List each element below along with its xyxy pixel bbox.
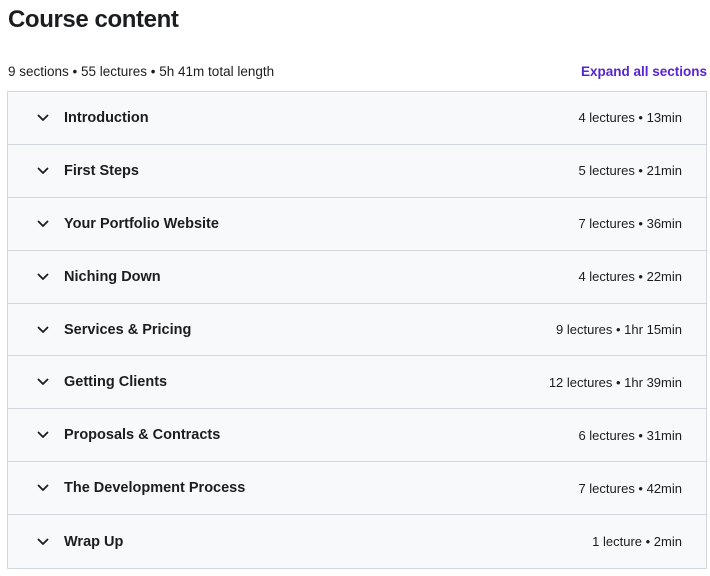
sections-list: Introduction 4 lectures • 13min First St… xyxy=(7,91,707,570)
section-item[interactable]: Services & Pricing 9 lectures • 1hr 15mi… xyxy=(8,303,706,357)
section-meta: 12 lectures • 1hr 39min xyxy=(548,374,682,390)
section-item[interactable]: First Steps 5 lectures • 21min xyxy=(8,144,706,198)
section-title: First Steps xyxy=(64,162,139,179)
section-item[interactable]: Getting Clients 12 lectures • 1hr 39min xyxy=(8,356,706,410)
section-title: Wrap Up xyxy=(64,533,124,550)
section-item[interactable]: Introduction 4 lectures • 13min xyxy=(8,92,706,145)
section-title: Proposals & Contracts xyxy=(64,427,221,444)
section-meta: 4 lectures • 13min xyxy=(578,110,682,126)
chevron-down-icon xyxy=(36,375,50,389)
chevron-down-icon xyxy=(36,481,50,495)
section-title: Niching Down xyxy=(64,268,161,285)
section-item[interactable]: Niching Down 4 lectures • 22min xyxy=(8,250,706,304)
section-title: Getting Clients xyxy=(64,374,168,391)
section-meta: 9 lectures • 1hr 15min xyxy=(556,322,682,337)
section-title: Your Portfolio Website xyxy=(64,215,219,232)
section-title: The Development Process xyxy=(64,480,246,497)
section-item[interactable]: Your Portfolio Website 7 lectures • 36mi… xyxy=(8,197,706,251)
chevron-down-icon xyxy=(36,111,50,125)
section-title: Introduction xyxy=(64,109,149,126)
chevron-down-icon xyxy=(36,535,50,549)
chevron-down-icon xyxy=(36,323,50,337)
chevron-down-icon xyxy=(36,428,50,442)
chevron-down-icon xyxy=(36,164,50,178)
section-item[interactable]: The Development Process 7 lectures • 42m… xyxy=(8,462,706,516)
section-item[interactable]: Proposals & Contracts 6 lectures • 31min xyxy=(8,409,706,463)
chevron-down-icon xyxy=(36,217,50,231)
expand-all-sections-button[interactable]: Expand all sections xyxy=(581,64,707,79)
section-title: Services & Pricing xyxy=(64,321,192,338)
chevron-down-icon xyxy=(36,270,50,284)
section-meta: 7 lectures • 42min xyxy=(578,480,682,496)
section-meta: 4 lectures • 22min xyxy=(578,269,682,285)
page-title: Course content xyxy=(8,6,179,33)
course-summary: 9 sections • 55 lectures • 5h 41m total … xyxy=(8,63,275,79)
section-meta: 7 lectures • 36min xyxy=(578,216,682,232)
section-meta: 5 lectures • 21min xyxy=(578,163,682,179)
section-meta: 6 lectures • 31min xyxy=(578,427,682,443)
course-summary-row: 9 sections • 55 lectures • 5h 41m total … xyxy=(8,62,707,80)
section-item[interactable]: Wrap Up 1 lecture • 2min xyxy=(8,515,706,569)
section-meta: 1 lecture • 2min xyxy=(592,534,682,550)
